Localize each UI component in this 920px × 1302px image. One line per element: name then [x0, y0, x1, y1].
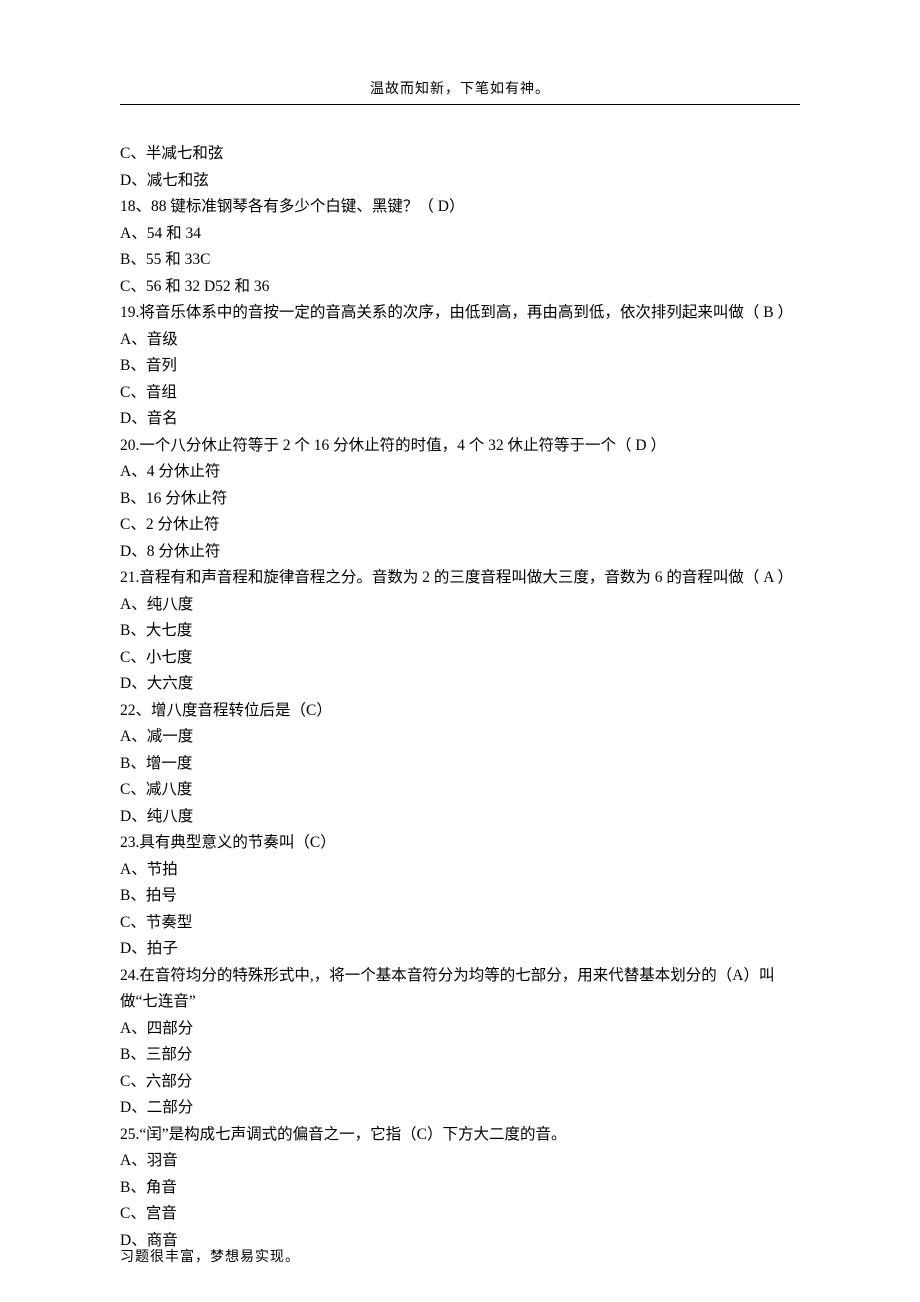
text-line: B、三部分: [120, 1042, 800, 1069]
text-line: C、半减七和弦: [120, 141, 800, 168]
text-line: C、六部分: [120, 1069, 800, 1096]
text-line: 18、88 键标准钢琴各有多少个白键、黑键？（ D）: [120, 194, 800, 221]
text-line: 19.将音乐体系中的音按一定的音高关系的次序，由低到高，再由高到低，依次排列起来…: [120, 300, 800, 327]
page-footer: 习题很丰富，梦想易实现。: [120, 1246, 300, 1266]
text-line: A、减一度: [120, 724, 800, 751]
text-line: B、拍号: [120, 883, 800, 910]
text-line: B、角音: [120, 1175, 800, 1202]
text-line: B、55 和 33C: [120, 247, 800, 274]
text-line: D、8 分休止符: [120, 539, 800, 566]
text-line: C、2 分休止符: [120, 512, 800, 539]
text-line: B、大七度: [120, 618, 800, 645]
text-line: 22、增八度音程转位后是（C）: [120, 698, 800, 725]
text-line: A、4 分休止符: [120, 459, 800, 486]
text-line: A、纯八度: [120, 592, 800, 619]
text-line: A、节拍: [120, 857, 800, 884]
text-line: C、减八度: [120, 777, 800, 804]
text-line: C、56 和 32 D52 和 36: [120, 274, 800, 301]
text-line: C、节奏型: [120, 910, 800, 937]
text-line: B、音列: [120, 353, 800, 380]
text-line: B、16 分休止符: [120, 486, 800, 513]
text-line: A、四部分: [120, 1016, 800, 1043]
document-body: C、半减七和弦 D、减七和弦 18、88 键标准钢琴各有多少个白键、黑键？（ D…: [120, 141, 800, 1254]
text-line: C、宫音: [120, 1201, 800, 1228]
page-header: 温故而知新，下笔如有神。: [120, 78, 800, 105]
text-line: C、音组: [120, 380, 800, 407]
text-line: D、二部分: [120, 1095, 800, 1122]
text-line: D、纯八度: [120, 804, 800, 831]
text-line: A、羽音: [120, 1148, 800, 1175]
text-line: B、增一度: [120, 751, 800, 778]
text-line: D、减七和弦: [120, 168, 800, 195]
text-line: A、54 和 34: [120, 221, 800, 248]
text-line: A、音级: [120, 327, 800, 354]
text-line: 24.在音符均分的特殊形式中,，将一个基本音符分为均等的七部分，用来代替基本划分…: [120, 963, 800, 1016]
text-line: D、拍子: [120, 936, 800, 963]
text-line: D、大六度: [120, 671, 800, 698]
text-line: 23.具有典型意义的节奏叫（C）: [120, 830, 800, 857]
text-line: 25.“闰”是构成七声调式的偏音之一，它指（C）下方大二度的音。: [120, 1122, 800, 1149]
text-line: C、小七度: [120, 645, 800, 672]
text-line: 20.一个八分休止符等于 2 个 16 分休止符的时值，4 个 32 休止符等于…: [120, 433, 800, 460]
text-line: D、音名: [120, 406, 800, 433]
text-line: 21.音程有和声音程和旋律音程之分。音数为 2 的三度音程叫做大三度，音数为 6…: [120, 565, 800, 592]
